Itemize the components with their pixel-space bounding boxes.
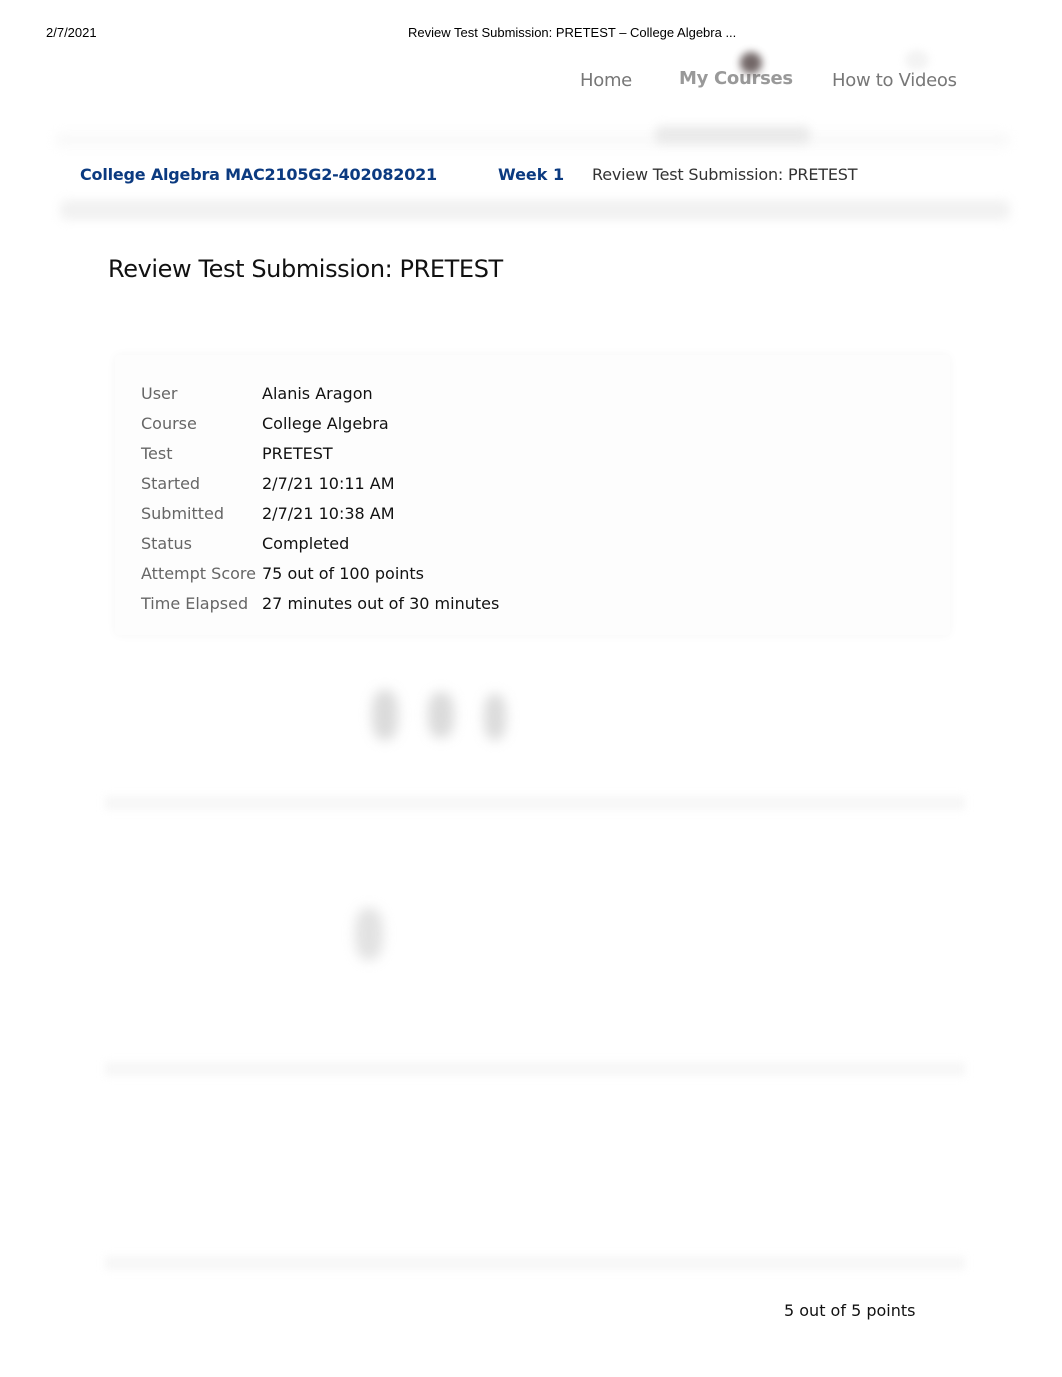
print-date: 2/7/2021 [46, 25, 97, 40]
question-points: 5 out of 5 points [784, 1301, 916, 1320]
blurred-content [355, 908, 383, 960]
summary-row-course: Course College Algebra [141, 408, 499, 438]
summary-label: Time Elapsed [141, 593, 249, 613]
summary-value: 2/7/21 10:11 AM [262, 473, 395, 493]
summary-label: User [141, 383, 178, 403]
submission-summary-table: User Alanis Aragon Course College Algebr… [141, 378, 499, 618]
print-page-title: Review Test Submission: PRETEST – Colleg… [408, 25, 737, 40]
summary-label: Status [141, 533, 192, 553]
summary-value: 27 minutes out of 30 minutes [262, 593, 500, 613]
summary-value: Completed [262, 533, 350, 553]
summary-row-attempt-score: Attempt Score 75 out of 100 points [141, 558, 499, 588]
blurred-content [428, 692, 454, 738]
summary-label: Attempt Score [141, 563, 256, 583]
summary-row-time-elapsed: Time Elapsed 27 minutes out of 30 minute… [141, 588, 499, 618]
summary-row-started: Started 2/7/21 10:11 AM [141, 468, 499, 498]
section-divider [105, 796, 965, 810]
nav-divider [55, 132, 1010, 148]
breadcrumb-divider [60, 200, 1010, 220]
blurred-avatar-icon [740, 52, 762, 74]
summary-value: PRETEST [262, 443, 333, 463]
nav-home-link[interactable]: Home [580, 70, 632, 91]
section-divider [105, 1062, 965, 1076]
nav-my-courses-link[interactable]: My Courses [679, 68, 793, 89]
question-header-divider [105, 1256, 965, 1270]
summary-row-user: User Alanis Aragon [141, 378, 499, 408]
blurred-menu-icon [905, 50, 929, 70]
breadcrumb-course-link[interactable]: College Algebra MAC2105G2-402082021 [80, 165, 437, 184]
summary-value: 2/7/21 10:38 AM [262, 503, 395, 523]
summary-value: Alanis Aragon [262, 383, 373, 403]
top-navigation: Home My Courses How to Videos [0, 66, 1062, 96]
page-title: Review Test Submission: PRETEST [108, 255, 503, 283]
print-header: 2/7/2021 Review Test Submission: PRETEST… [0, 25, 1062, 41]
breadcrumb-current: Review Test Submission: PRETEST [592, 165, 858, 184]
breadcrumb: College Algebra MAC2105G2-402082021 Week… [0, 165, 1062, 189]
summary-value: 75 out of 100 points [262, 563, 425, 583]
blurred-content [484, 694, 506, 740]
summary-label: Course [141, 413, 197, 433]
summary-label: Started [141, 473, 201, 493]
summary-value: College Algebra [262, 413, 389, 433]
nav-how-to-videos-link[interactable]: How to Videos [832, 70, 957, 91]
breadcrumb-week-link[interactable]: Week 1 [498, 165, 564, 184]
blurred-content [372, 690, 398, 740]
summary-row-status: Status Completed [141, 528, 499, 558]
active-nav-underline [655, 126, 810, 144]
summary-label: Submitted [141, 503, 225, 523]
summary-row-test: Test PRETEST [141, 438, 499, 468]
summary-label: Test [141, 443, 173, 463]
summary-row-submitted: Submitted 2/7/21 10:38 AM [141, 498, 499, 528]
